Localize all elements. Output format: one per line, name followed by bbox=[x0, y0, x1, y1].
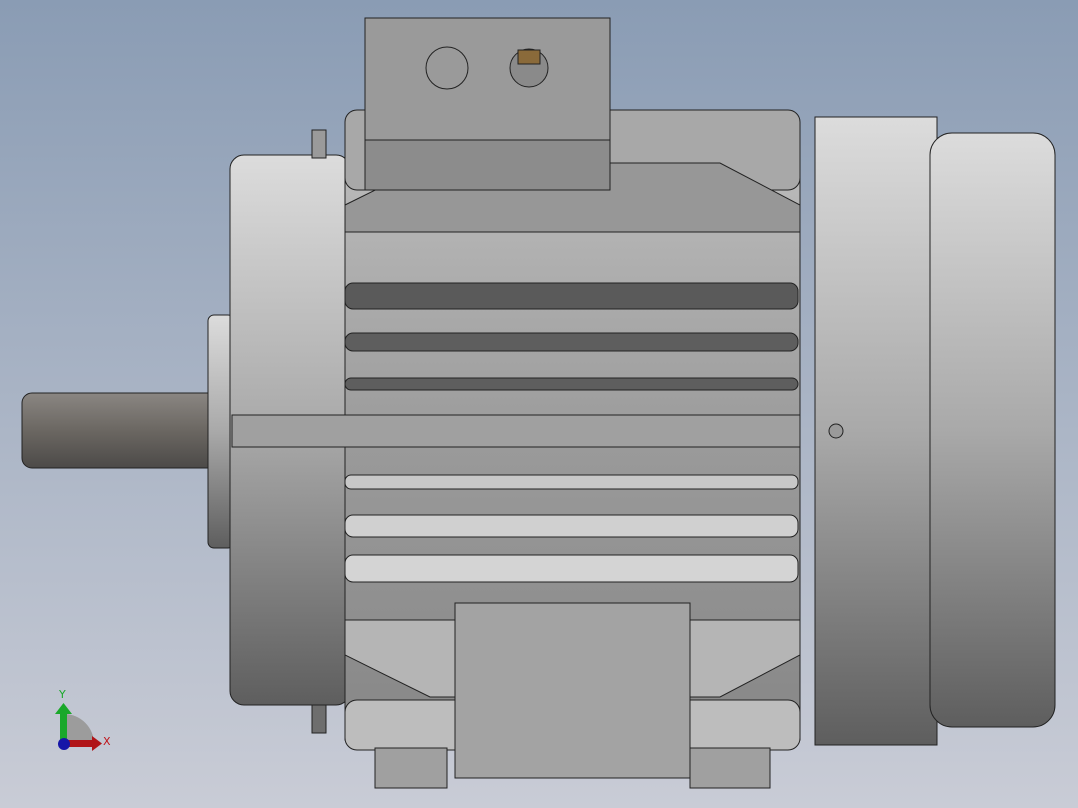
shaft bbox=[21, 392, 219, 469]
foot-bracket bbox=[454, 602, 691, 779]
mount-bolt-bottom bbox=[311, 704, 327, 734]
cad-viewport[interactable]: Y X bbox=[0, 0, 1078, 808]
cable-gland-nut bbox=[517, 49, 541, 65]
fin-light-3 bbox=[344, 554, 799, 583]
y-axis-label: Y bbox=[58, 688, 66, 701]
motor-model[interactable] bbox=[21, 17, 1056, 789]
z-axis-dot bbox=[58, 738, 70, 750]
x-axis-label: X bbox=[103, 735, 111, 748]
triad-arc bbox=[64, 714, 94, 744]
foot-right bbox=[689, 747, 771, 789]
fan-cover-cap bbox=[929, 132, 1056, 728]
fin-dark-2 bbox=[344, 332, 799, 352]
foot-left bbox=[374, 747, 448, 789]
cable-gland-hole bbox=[425, 46, 469, 90]
fin-light-1 bbox=[344, 474, 799, 490]
axis-triad: Y X bbox=[55, 688, 111, 751]
x-axis-arrowhead bbox=[92, 736, 102, 751]
mount-bolt-top bbox=[311, 129, 327, 159]
fin-dark-1 bbox=[344, 282, 799, 310]
fin-light-2 bbox=[344, 514, 799, 538]
terminal-box bbox=[364, 17, 611, 141]
fin-dark-3 bbox=[344, 377, 799, 391]
grease-nipple bbox=[828, 423, 844, 439]
key-slot bbox=[231, 414, 801, 448]
y-axis-arrowhead bbox=[55, 703, 72, 714]
